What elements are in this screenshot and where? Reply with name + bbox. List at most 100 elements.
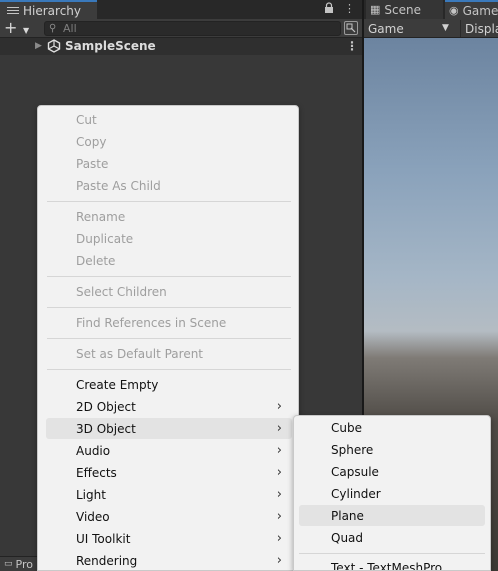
menu-item-create-empty[interactable]: Create Empty <box>46 374 292 395</box>
search-icon: ⚲ <box>49 23 57 34</box>
submenu-item-label: Text - TextMeshPro <box>331 560 443 571</box>
tab-project-label: Pro <box>15 557 33 571</box>
submenu-item-label: Cylinder <box>331 486 381 501</box>
submenu-item-label: Capsule <box>331 464 379 479</box>
menu-item-paste[interactable]: Paste <box>46 153 292 174</box>
menu-item-label: 3D Object <box>76 421 136 436</box>
menu-separator <box>47 276 291 277</box>
plus-icon: + <box>4 18 18 37</box>
hierarchy-tabbar: Hierarchy ⋮ <box>0 0 362 19</box>
chevron-right-icon: › <box>276 465 282 480</box>
tab-hierarchy[interactable]: Hierarchy <box>0 0 97 19</box>
menu-item-label: Duplicate <box>76 231 134 246</box>
menu-item-label: Rename <box>76 209 126 224</box>
tab-scene[interactable]: ▦ Scene <box>366 0 443 19</box>
menu-item-light[interactable]: Light › <box>46 484 292 505</box>
menu-separator <box>299 553 485 554</box>
submenu-item-text-meshpro[interactable]: Text - TextMeshPro <box>299 557 485 571</box>
submenu-3d-object: Cube Sphere Capsule Cylinder Plane Quad … <box>293 415 491 571</box>
submenu-item-label: Sphere <box>331 442 374 457</box>
submenu-item-label: Cube <box>331 420 362 435</box>
menu-item-label: Light <box>76 487 106 502</box>
gamepad-icon: ◉ <box>449 4 459 17</box>
menu-item-find-references[interactable]: Find References in Scene <box>46 312 292 333</box>
menu-item-select-children[interactable]: Select Children <box>46 281 292 302</box>
menu-item-copy[interactable]: Copy <box>46 131 292 152</box>
chevron-right-icon: › <box>276 421 282 436</box>
submenu-item-quad[interactable]: Quad <box>299 527 485 548</box>
menu-item-label: Video <box>76 509 110 524</box>
display-select[interactable]: Display 1 <box>460 20 498 37</box>
menu-item-label: Set as Default Parent <box>76 346 204 361</box>
chevron-right-icon: › <box>276 487 282 502</box>
menu-item-label: UI Toolkit <box>76 531 131 546</box>
chevron-right-icon: › <box>276 443 282 458</box>
chevron-right-icon: › <box>276 553 282 568</box>
tab-hierarchy-label: Hierarchy <box>23 3 82 18</box>
lock-icon[interactable] <box>324 2 334 16</box>
menu-item-label: Effects <box>76 465 117 480</box>
menu-item-rendering[interactable]: Rendering › <box>46 550 292 571</box>
menu-item-label: Delete <box>76 253 116 268</box>
kebab-icon[interactable]: ⋮ <box>344 2 355 16</box>
menu-separator <box>47 369 291 370</box>
tab-game-label: Game <box>462 3 498 18</box>
menu-item-label: Select Children <box>76 284 167 299</box>
scene-row[interactable]: ▶ SampleScene ⋮ <box>0 38 362 55</box>
menu-item-label: Audio <box>76 443 111 458</box>
expand-arrow-icon[interactable]: ▶ <box>35 41 42 51</box>
submenu-item-cube[interactable]: Cube <box>299 417 485 438</box>
menu-item-2d-object[interactable]: 2D Object › <box>46 396 292 417</box>
menu-item-label: Cut <box>76 112 97 127</box>
menu-item-cut[interactable]: Cut <box>46 109 292 130</box>
menu-item-label: Copy <box>76 134 107 149</box>
scene-menu-icon[interactable]: ⋮ <box>346 39 358 53</box>
menu-item-paste-as-child[interactable]: Paste As Child <box>46 175 292 196</box>
chevron-right-icon: › <box>276 531 282 546</box>
submenu-item-capsule[interactable]: Capsule <box>299 461 485 482</box>
menu-item-label: Rendering <box>76 553 138 568</box>
submenu-item-sphere[interactable]: Sphere <box>299 439 485 460</box>
scene-name: SampleScene <box>65 39 156 53</box>
menu-item-label: Create Empty <box>76 377 159 392</box>
menu-item-label: 2D Object <box>76 399 136 414</box>
menu-item-3d-object[interactable]: 3D Object › <box>46 418 292 439</box>
submenu-item-label: Quad <box>331 530 364 545</box>
menu-item-rename[interactable]: Rename <box>46 206 292 227</box>
menu-separator <box>47 201 291 202</box>
search-placeholder: All <box>63 22 77 35</box>
add-button[interactable]: + ▼ <box>4 20 34 37</box>
menu-item-set-default-parent[interactable]: Set as Default Parent <box>46 343 292 364</box>
menu-separator <box>47 338 291 339</box>
menu-item-label: Find References in Scene <box>76 315 227 330</box>
menu-item-audio[interactable]: Audio › <box>46 440 292 461</box>
unity-scene-icon <box>47 39 61 53</box>
folder-icon: ▭ <box>4 559 13 569</box>
menu-item-label: Paste <box>76 156 109 171</box>
display-select-label: Display 1 <box>465 21 498 36</box>
menu-item-effects[interactable]: Effects › <box>46 462 292 483</box>
game-view-select-label: Game <box>368 21 404 36</box>
caret-down-icon: ▼ <box>23 26 30 35</box>
submenu-item-cylinder[interactable]: Cylinder <box>299 483 485 504</box>
search-input[interactable]: ⚲ All <box>44 21 341 36</box>
tab-scene-label: Scene <box>384 2 421 17</box>
caret-down-icon: ▼ <box>442 23 449 33</box>
grid-icon: ▦ <box>370 3 381 16</box>
menu-item-video[interactable]: Video › <box>46 506 292 527</box>
chevron-right-icon: › <box>276 509 282 524</box>
submenu-item-label: Plane <box>331 508 364 523</box>
hierarchy-toolbar: + ▼ ⚲ All <box>0 19 362 38</box>
search-options-icon[interactable] <box>344 21 358 35</box>
menu-item-delete[interactable]: Delete <box>46 250 292 271</box>
chevron-right-icon: › <box>276 399 282 414</box>
game-view-select[interactable]: Game ▼ <box>368 20 454 37</box>
submenu-item-plane[interactable]: Plane <box>299 505 485 526</box>
tab-project[interactable]: ▭ Pro <box>0 556 40 571</box>
menu-item-label: Paste As Child <box>76 178 161 193</box>
menu-item-ui-toolkit[interactable]: UI Toolkit › <box>46 528 292 549</box>
menu-separator <box>47 307 291 308</box>
tab-game[interactable]: ◉ Game <box>445 0 498 19</box>
list-icon <box>7 6 19 16</box>
menu-item-duplicate[interactable]: Duplicate <box>46 228 292 249</box>
